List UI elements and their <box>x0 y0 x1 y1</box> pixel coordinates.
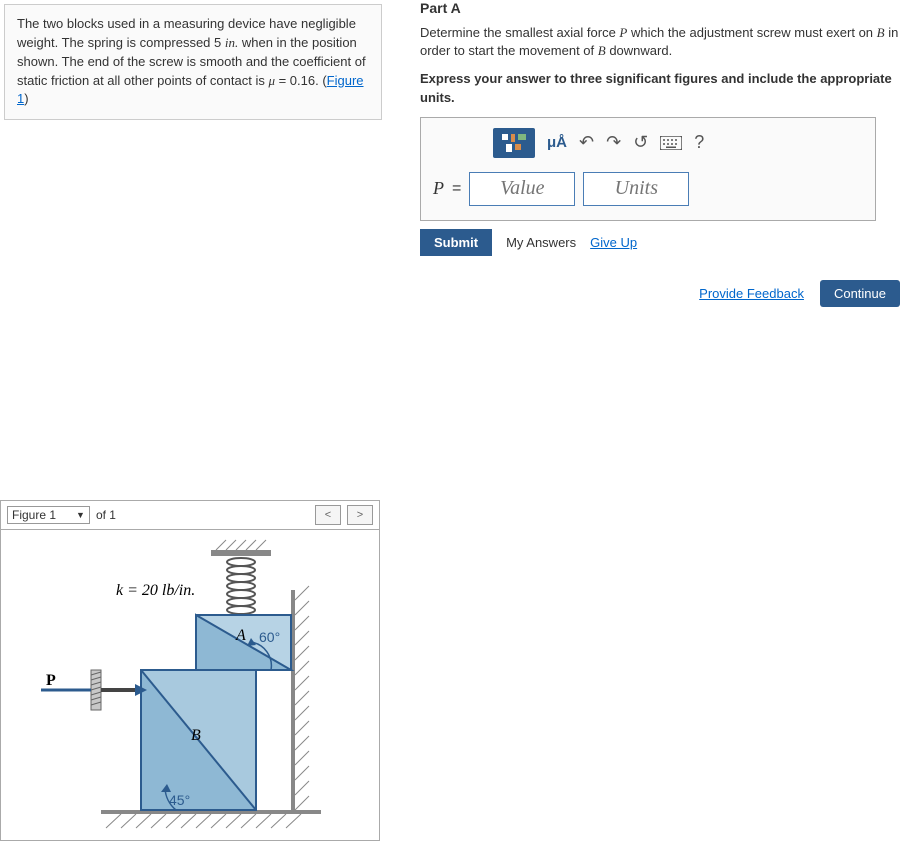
problem-statement: The two blocks used in a measuring devic… <box>4 4 382 120</box>
continue-button[interactable]: Continue <box>820 280 900 307</box>
fig-45-label: 45° <box>169 792 190 808</box>
figure-header: Figure 1 ▼ of 1 < > <box>0 500 380 529</box>
feedback-row: Provide Feedback Continue <box>420 280 900 307</box>
figure-prev-button[interactable]: < <box>315 505 341 525</box>
part-title: Part A <box>420 0 909 16</box>
var-B1: B <box>877 25 885 40</box>
prompt-1: Determine the smallest axial force <box>420 25 619 40</box>
figure-body: k = 20 lb/in. P A 60° B 45° <box>0 529 380 841</box>
figure-next-button[interactable]: > <box>347 505 373 525</box>
mu-val: = 0.16. ( <box>275 73 327 88</box>
reset-icon[interactable]: ↺ <box>633 132 648 153</box>
figure-diagram: k = 20 lb/in. P A 60° B 45° <box>41 530 351 840</box>
fig-A-label: A <box>235 627 246 644</box>
fig-B-label: B <box>191 727 201 744</box>
figure-select[interactable]: Figure 1 ▼ <box>7 506 90 524</box>
figure-of-label: of 1 <box>96 508 116 522</box>
part-prompt: Determine the smallest axial force P whi… <box>420 24 909 60</box>
keyboard-icon[interactable] <box>660 136 682 150</box>
part-instruction: Express your answer to three significant… <box>420 70 909 106</box>
answer-toolbar: μÅ ↶ ↷ ↺ ? <box>493 128 863 158</box>
submit-button[interactable]: Submit <box>420 229 492 256</box>
answer-box: μÅ ↶ ↷ ↺ ? P = <box>420 117 876 221</box>
answer-eq: = <box>452 180 461 198</box>
answer-row: P = <box>433 172 863 206</box>
fig-P-label: P <box>46 672 56 689</box>
problem-unit: in. <box>225 35 238 50</box>
redo-icon[interactable]: ↷ <box>606 132 621 153</box>
undo-icon[interactable]: ↶ <box>579 132 594 153</box>
prompt-2: which the adjustment screw must exert on <box>627 25 876 40</box>
help-button[interactable]: ? <box>694 132 704 153</box>
templates-button[interactable] <box>493 128 535 158</box>
my-answers-label: My Answers <box>506 235 576 250</box>
figure-select-label: Figure 1 <box>12 508 56 522</box>
prompt-4: downward. <box>606 43 672 58</box>
value-input[interactable] <box>469 172 575 206</box>
dropdown-icon: ▼ <box>76 510 85 520</box>
fig-60-label: 60° <box>259 629 280 645</box>
submit-row: Submit My Answers Give Up <box>420 229 909 256</box>
greek-button[interactable]: μÅ <box>547 134 567 151</box>
figure-panel: Figure 1 ▼ of 1 < > <box>0 500 380 841</box>
give-up-link[interactable]: Give Up <box>590 235 637 250</box>
units-input[interactable] <box>583 172 689 206</box>
var-B2: B <box>598 43 606 58</box>
answer-var-label: P <box>433 178 444 199</box>
provide-feedback-link[interactable]: Provide Feedback <box>699 286 804 301</box>
problem-text-3: ) <box>24 91 28 106</box>
fig-k-label: k = 20 lb/in. <box>116 582 195 599</box>
